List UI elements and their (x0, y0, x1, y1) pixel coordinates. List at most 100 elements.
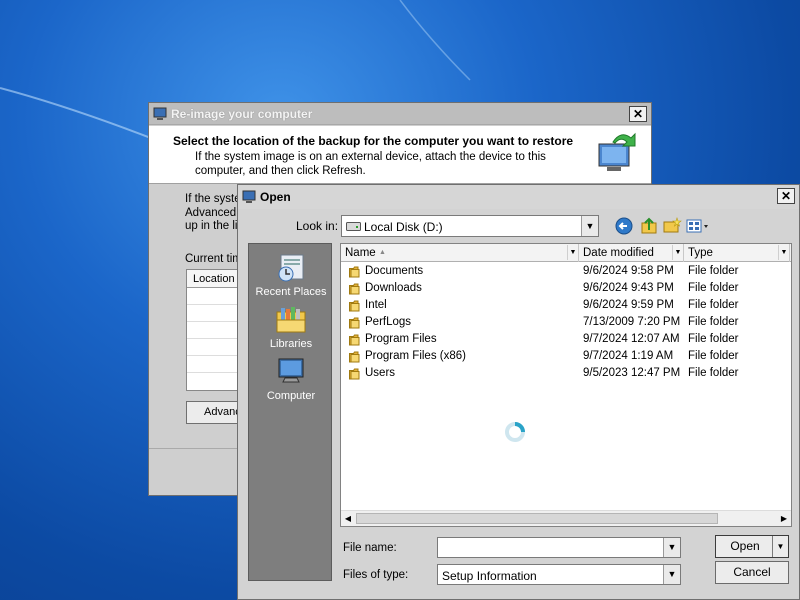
scrollbar-thumb[interactable] (356, 513, 718, 524)
current-time-label: Current tim (185, 253, 242, 265)
column-header-date-modified[interactable]: Date modified ▼ (579, 244, 684, 262)
file-date: 7/13/2009 7:20 PM (583, 316, 681, 328)
places-bar: Recent Places Libraries Computer (248, 243, 332, 581)
computer-icon (242, 190, 256, 203)
open-close-button[interactable]: ✕ (777, 188, 795, 204)
body-line: up in the lis (185, 220, 244, 232)
file-name-input[interactable]: ▼ (437, 537, 681, 558)
file-type: File folder (688, 282, 739, 294)
file-date: 9/6/2024 9:58 PM (583, 265, 674, 277)
open-button[interactable]: Open ▼ (715, 535, 789, 558)
horizontal-scrollbar[interactable]: ◀ ▶ (341, 510, 791, 526)
reimage-header: Select the location of the backup for th… (149, 126, 651, 184)
file-name: Intel (365, 299, 387, 311)
file-name: Users (365, 367, 396, 379)
open-dialog: Open ✕ Look in: Local Disk (D:) ▼ Recent… (237, 184, 800, 600)
folder-icon (349, 334, 360, 346)
up-folder-icon[interactable] (639, 216, 659, 236)
place-computer[interactable]: Computer (249, 356, 333, 402)
column-label: Type (688, 247, 713, 259)
folder-icon (349, 266, 360, 278)
body-line: Advanced (185, 206, 237, 219)
place-libraries[interactable]: Libraries (249, 304, 333, 350)
chevron-down-icon[interactable]: ▼ (581, 216, 598, 236)
cancel-button[interactable]: Cancel (715, 561, 789, 584)
column-label: Date modified (583, 247, 654, 259)
file-name: PerfLogs (365, 316, 412, 328)
reimage-subtext: If the system image is on an external de… (195, 151, 546, 177)
look-in-value: Local Disk (D:) (364, 220, 443, 234)
folder-icon (349, 300, 360, 312)
file-date: 9/7/2024 1:19 AM (583, 350, 674, 362)
file-type-value: Setup Information (442, 569, 537, 583)
computer-icon (278, 358, 304, 383)
view-menu-icon[interactable] (685, 216, 711, 236)
column-label: Name (345, 247, 376, 259)
reimage-titlebar[interactable]: Re-image your computer (149, 103, 651, 125)
body-line: If the syste (185, 193, 241, 205)
file-row[interactable]: Program Files 9/7/2024 12:07 AM File folde… (341, 332, 791, 349)
file-row[interactable]: PerfLogs 7/13/2009 7:20 PM File folder (341, 315, 791, 332)
scroll-left-icon[interactable]: ◀ (342, 512, 354, 525)
file-type: File folder (688, 333, 739, 345)
folder-icon (349, 351, 360, 363)
file-type: File folder (688, 265, 739, 277)
place-label: Computer (266, 390, 316, 402)
restore-computer-icon (598, 132, 636, 171)
file-name: Downloads (365, 282, 422, 294)
back-icon[interactable] (614, 216, 634, 236)
open-title: Open (260, 190, 291, 204)
reimage-close-button[interactable]: ✕ (629, 106, 647, 122)
folder-icon (349, 317, 360, 329)
drive-icon (346, 222, 361, 231)
folder-icon (349, 368, 360, 380)
new-folder-icon[interactable] (662, 216, 682, 236)
file-type-label: Files of type: (343, 569, 409, 581)
file-name-label: File name: (343, 542, 397, 554)
file-type: File folder (688, 299, 739, 311)
file-type: File folder (688, 367, 739, 379)
chevron-down-icon[interactable]: ▼ (663, 538, 680, 557)
file-row[interactable]: Documents 9/6/2024 9:58 PM File folder (341, 264, 791, 281)
file-date: 9/6/2024 9:43 PM (583, 282, 674, 294)
computer-icon (153, 107, 167, 120)
file-list[interactable]: Name ▲ ▼ Date modified ▼ Type ▼ Document… (340, 243, 792, 527)
chevron-down-icon[interactable]: ▼ (672, 245, 683, 260)
file-name: Program Files (x86) (365, 350, 466, 362)
look-in-dropdown[interactable]: Local Disk (D:) ▼ (341, 215, 599, 237)
reimage-heading: Select the location of the backup for th… (173, 134, 574, 148)
file-type: File folder (688, 316, 739, 328)
file-date: 9/5/2023 12:47 PM (583, 367, 681, 379)
file-list-header: Name ▲ ▼ Date modified ▼ Type ▼ (341, 244, 791, 262)
file-row[interactable]: Program Files (x86) 9/7/2024 1:19 AM File … (341, 349, 791, 366)
recent-places-icon (278, 254, 304, 282)
reimage-body-text: If the syste Advanced up in the lis (185, 193, 245, 234)
libraries-icon (276, 307, 306, 333)
file-row[interactable]: Users 9/5/2023 12:47 PM File folder (341, 366, 791, 383)
open-titlebar[interactable]: Open (238, 185, 799, 209)
chevron-down-icon[interactable]: ▼ (778, 245, 789, 260)
sort-ascending-icon: ▲ (379, 249, 386, 256)
column-header-name[interactable]: Name ▲ ▼ (341, 244, 579, 262)
chevron-down-icon[interactable]: ▼ (663, 565, 680, 584)
look-in-label: Look in: (296, 219, 339, 233)
chevron-down-icon[interactable]: ▼ (567, 245, 578, 260)
file-row[interactable]: Intel 9/6/2024 9:59 PM File folder (341, 298, 791, 315)
place-recent-places[interactable]: Recent Places (249, 252, 333, 298)
open-button-label: Open (730, 539, 760, 553)
column-header-type[interactable]: Type ▼ (684, 244, 790, 262)
file-name: Documents (365, 265, 424, 277)
loading-spinner-icon (505, 422, 525, 442)
scroll-right-icon[interactable]: ▶ (778, 512, 790, 525)
place-label: Libraries (269, 338, 313, 350)
chevron-down-icon[interactable]: ▼ (772, 536, 788, 557)
file-date: 9/6/2024 9:59 PM (583, 299, 674, 311)
file-type: File folder (688, 350, 739, 362)
reimage-title: Re-image your computer (171, 106, 313, 121)
place-label: Recent Places (255, 286, 327, 298)
file-type-dropdown[interactable]: Setup Information ▼ (437, 564, 681, 585)
file-row[interactable]: Downloads 9/6/2024 9:43 PM File folder (341, 281, 791, 298)
file-date: 9/7/2024 12:07 AM (583, 333, 680, 345)
file-name: Program Files (365, 333, 437, 345)
folder-icon (349, 283, 360, 295)
